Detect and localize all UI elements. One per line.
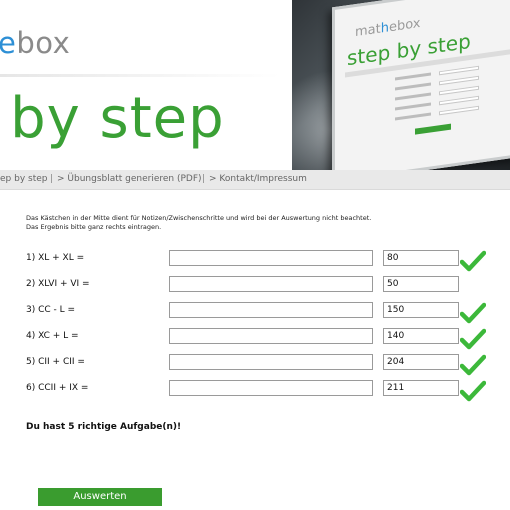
nav-item-worksheet-pdf[interactable]: > Übungsblatt generieren (PDF)	[57, 174, 202, 184]
nav-item-step-by-step[interactable]: ep by step	[0, 174, 47, 184]
result-message: Du hast 5 richtige Aufgabe(n)!	[26, 422, 182, 432]
screen-line	[395, 82, 431, 91]
screen-box	[439, 105, 479, 116]
exercise-label: 3) CC - L =	[26, 305, 76, 315]
logo-divider	[0, 74, 280, 77]
screen-box	[439, 65, 479, 76]
banner-title: o by step	[0, 86, 225, 151]
answer-field[interactable]: 150	[383, 302, 459, 318]
instructions-line: Das Kästchen in der Mitte dient für Noti…	[26, 214, 372, 222]
screen-box	[439, 95, 479, 106]
answer-field[interactable]: 80	[383, 250, 459, 266]
header-banner: ebox o by step mathebox step by step	[0, 0, 510, 170]
scratch-field[interactable]	[169, 276, 373, 292]
laptop-screen-image: mathebox step by step	[332, 0, 510, 170]
exercise-label: 1) XL + XL =	[26, 253, 85, 263]
scratch-field[interactable]	[169, 354, 373, 370]
check-icon	[460, 380, 486, 402]
screen-box	[439, 75, 479, 86]
screen-line	[395, 102, 431, 111]
site-logo[interactable]: ebox	[0, 26, 70, 60]
nav-item-contact[interactable]: > Kontakt/Impressum	[209, 174, 307, 184]
answer-field[interactable]: 204	[383, 354, 459, 370]
instructions-line: Das Ergebnis bitte ganz rechts eintragen…	[26, 223, 162, 231]
exercise-label: 5) CII + CII =	[26, 357, 85, 367]
answer-field[interactable]: 211	[383, 380, 459, 396]
check-icon	[460, 354, 486, 376]
scratch-field[interactable]	[169, 328, 373, 344]
answer-field[interactable]: 140	[383, 328, 459, 344]
check-icon	[460, 328, 486, 350]
nav-bar: ep by step | > Übungsblatt generieren (P…	[0, 170, 510, 190]
screen-box	[439, 85, 479, 96]
exercise-label: 6) CCII + IX =	[26, 383, 89, 393]
screen-line	[395, 112, 431, 121]
screen-line	[395, 92, 431, 101]
screen-button	[415, 123, 451, 135]
evaluate-button[interactable]: Auswerten	[38, 488, 162, 506]
screen-line	[395, 72, 431, 81]
check-icon	[460, 250, 486, 272]
exercise-label: 2) XLVI + VI =	[26, 279, 90, 289]
scratch-field[interactable]	[169, 302, 373, 318]
answer-field[interactable]: 50	[383, 276, 459, 292]
nav-separator: |	[50, 174, 54, 184]
nav-separator: |	[202, 174, 206, 184]
scratch-field[interactable]	[169, 250, 373, 266]
exercise-label: 4) XC + L =	[26, 331, 79, 341]
instructions: Das Kästchen in der Mitte dient für Noti…	[26, 214, 371, 232]
check-icon	[460, 302, 486, 324]
header-photo: mathebox step by step	[292, 0, 510, 170]
scratch-field[interactable]	[169, 380, 373, 396]
